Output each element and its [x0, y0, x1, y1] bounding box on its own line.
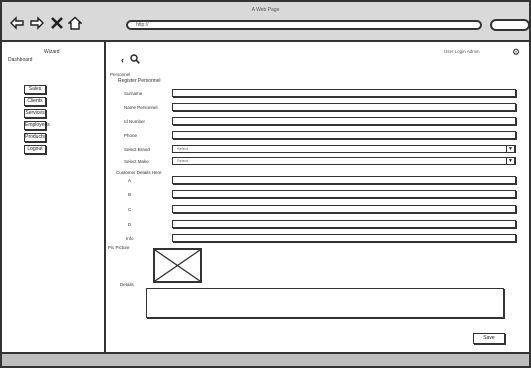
main-content: ‹ User Login Admin ⚙ Personnel Register …: [106, 42, 529, 352]
form-title: Register Personnel: [118, 78, 161, 84]
sidebar-subtitle: Dashboard: [8, 57, 33, 63]
save-button[interactable]: Save: [473, 333, 505, 344]
make-select[interactable]: Select ▼: [172, 157, 516, 165]
detail-label-a: A: [128, 178, 132, 183]
user-login-info: User Login Admin: [444, 49, 480, 54]
field-label-phone: Phone: [124, 133, 138, 138]
detail-a-input[interactable]: [172, 176, 516, 184]
sidebar-item-clients[interactable]: Clients: [24, 97, 46, 106]
sidebar-item-services[interactable]: Services: [24, 109, 46, 118]
name-personnel-input[interactable]: [172, 103, 516, 111]
back-arrow-icon[interactable]: [10, 16, 24, 30]
surname-input[interactable]: [172, 89, 516, 97]
detail-c-input[interactable]: [172, 205, 516, 213]
chevron-down-icon[interactable]: ▼: [506, 157, 515, 165]
field-label-name-personnel: Name Personnel: [124, 105, 158, 110]
picture-label: Pic Picture: [108, 245, 130, 250]
field-label-select-make: Select Make: [124, 159, 149, 164]
sidebar-item-logout[interactable]: Logout: [24, 145, 46, 154]
notes-label: Details: [120, 282, 134, 287]
detail-d-input[interactable]: [172, 220, 516, 228]
browser-window: A Web Page http:// Wizard Dashboard Sale…: [0, 0, 531, 368]
brand-select-value: Select: [177, 146, 189, 151]
sidebar-item-sales[interactable]: Sales: [24, 85, 46, 94]
make-select-value: Select: [177, 158, 189, 163]
browser-search-field[interactable]: [490, 19, 530, 31]
phone-input[interactable]: [172, 131, 516, 139]
field-label-id-number: Id Number: [124, 119, 146, 124]
forward-arrow-icon[interactable]: [30, 16, 44, 30]
field-label-surname: Surname: [124, 91, 143, 96]
detail-label-d: D: [128, 222, 132, 227]
sidebar-item-employees[interactable]: Employees: [24, 121, 50, 130]
brand-select[interactable]: Select ▼: [172, 145, 516, 153]
address-bar[interactable]: http://: [126, 20, 482, 30]
detail-info-input[interactable]: [172, 234, 516, 242]
title-bar: A Web Page http://: [2, 2, 530, 42]
notes-textarea[interactable]: [146, 288, 504, 318]
sidebar-item-products[interactable]: Products: [24, 133, 46, 142]
search-icon[interactable]: [130, 54, 140, 64]
sidebar: Wizard Dashboard Sales Clients Services …: [2, 42, 106, 352]
home-icon[interactable]: [68, 16, 82, 30]
status-bar: [2, 352, 529, 366]
detail-label-info: Info: [126, 236, 134, 241]
breadcrumb: Personnel: [110, 72, 131, 77]
id-number-input[interactable]: [172, 117, 516, 125]
gear-icon[interactable]: ⚙: [512, 47, 520, 58]
section-title: Customer Details Here: [116, 170, 162, 175]
sidebar-title: Wizard: [44, 49, 60, 55]
detail-label-c: C: [128, 207, 132, 212]
window-title: A Web Page: [251, 7, 280, 13]
detail-b-input[interactable]: [172, 190, 516, 198]
field-label-select-brand: Select Brand: [124, 147, 150, 152]
detail-label-b: B: [128, 192, 132, 197]
chevron-down-icon[interactable]: ▼: [506, 145, 515, 153]
image-placeholder-icon[interactable]: [153, 248, 202, 283]
back-icon[interactable]: ‹: [121, 55, 124, 65]
close-icon[interactable]: [50, 16, 64, 30]
